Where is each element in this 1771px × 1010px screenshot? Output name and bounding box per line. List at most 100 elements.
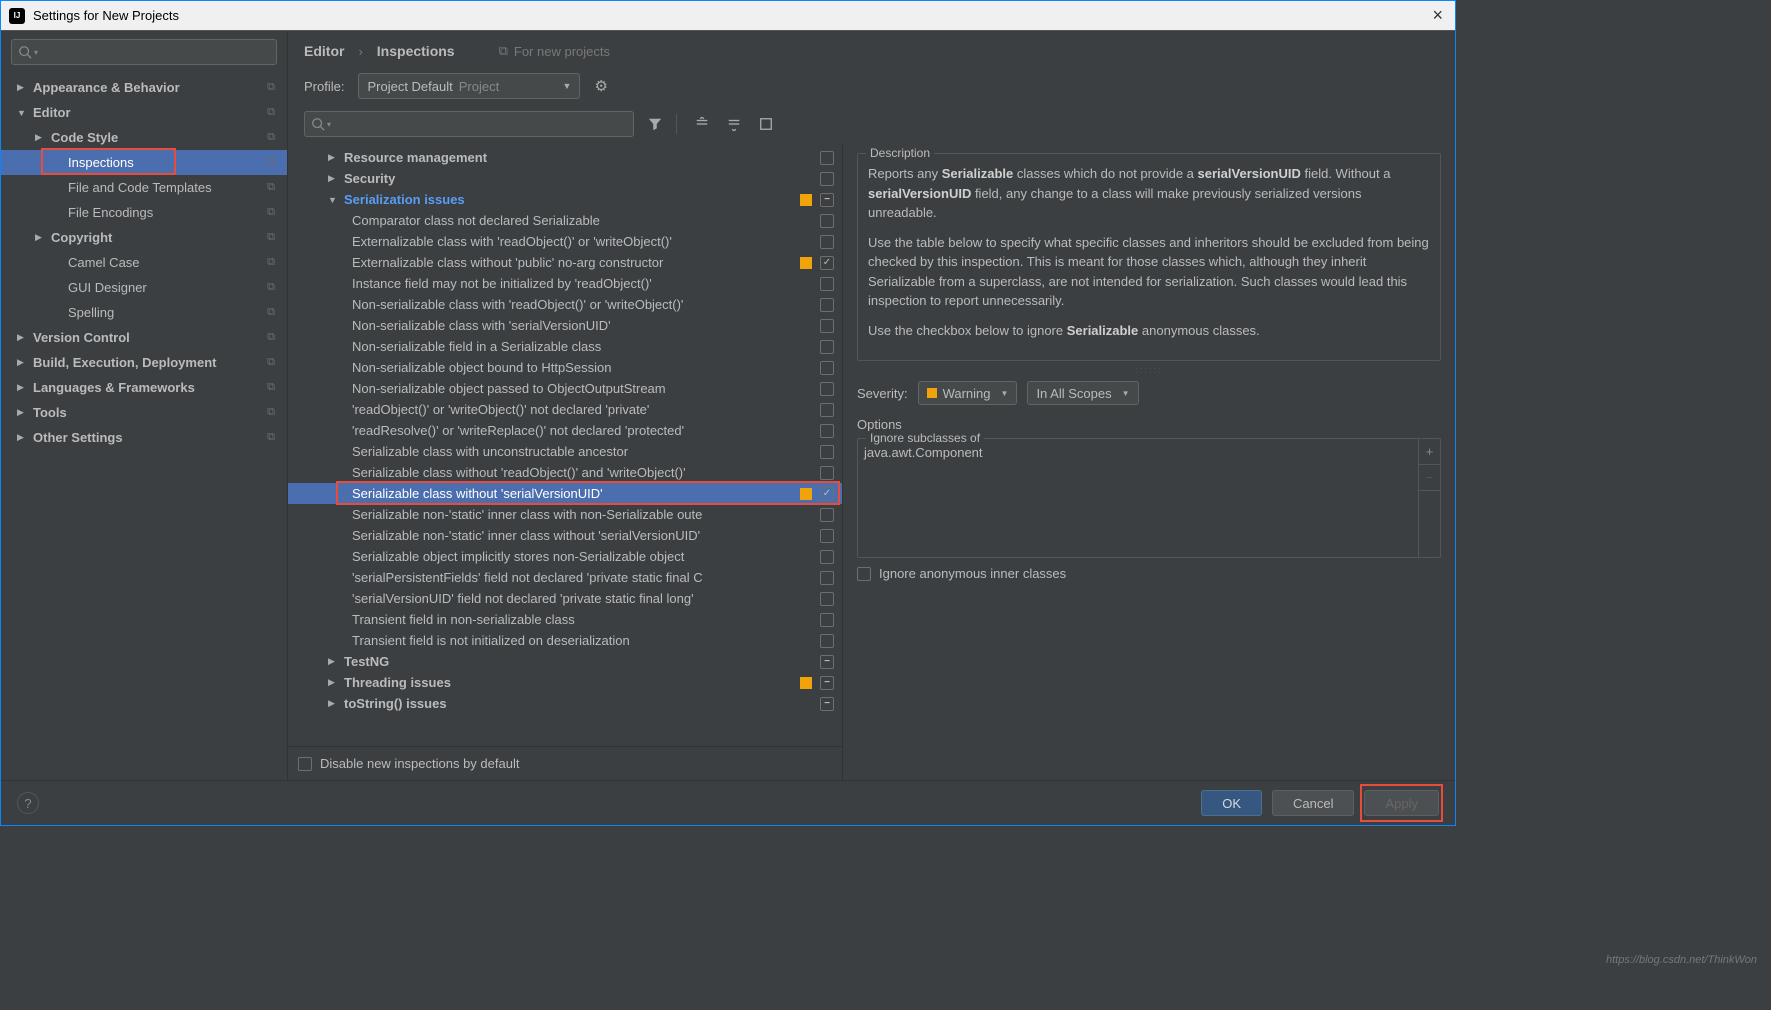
inspection-item[interactable]: Serializable object implicitly stores no… (288, 546, 842, 567)
inspection-checkbox[interactable] (820, 424, 834, 438)
scope-select[interactable]: In All Scopes▼ (1027, 381, 1138, 405)
sidebar-item-appearance-behavior[interactable]: ▶Appearance & Behavior⧉ (1, 75, 287, 100)
inspection-checkbox[interactable] (820, 319, 834, 333)
inspection-checkbox[interactable] (820, 487, 834, 501)
collapse-all-icon[interactable] (723, 113, 745, 135)
sidebar-item-code-style[interactable]: ▶Code Style⧉ (1, 125, 287, 150)
arrow-icon: ▶ (17, 357, 27, 368)
inspection-item[interactable]: Serializable class with unconstructable … (288, 441, 842, 462)
sidebar-item-other-settings[interactable]: ▶Other Settings⧉ (1, 425, 287, 450)
inspection-checkbox[interactable] (820, 403, 834, 417)
disable-new-checkbox[interactable] (298, 757, 312, 771)
apply-button[interactable]: Apply (1364, 790, 1439, 816)
sidebar-item-file-and-code-templates[interactable]: File and Code Templates⧉ (1, 175, 287, 200)
sidebar-item-camel-case[interactable]: Camel Case⧉ (1, 250, 287, 275)
filter-icon[interactable] (644, 113, 666, 135)
sidebar-item-editor[interactable]: ▼Editor⧉ (1, 100, 287, 125)
inspection-checkbox[interactable] (820, 445, 834, 459)
inspection-checkbox[interactable] (820, 340, 834, 354)
inspection-search[interactable]: ▾ (304, 111, 634, 137)
gear-icon[interactable]: ⚙ (594, 77, 607, 95)
warning-indicator-icon (800, 194, 812, 206)
sidebar-item-file-encodings[interactable]: File Encodings⧉ (1, 200, 287, 225)
inspection-checkbox[interactable] (820, 613, 834, 627)
resize-handle-icon[interactable]: :::::: (857, 365, 1441, 375)
severity-select[interactable]: Warning▼ (918, 381, 1018, 405)
copy-icon: ⧉ (267, 131, 275, 144)
inspection-checkbox[interactable] (820, 277, 834, 291)
inspection-checkbox[interactable] (820, 676, 834, 690)
expand-all-icon[interactable] (691, 113, 713, 135)
inspection-checkbox[interactable] (820, 214, 834, 228)
inspection-checkbox[interactable] (820, 655, 834, 669)
inspection-checkbox[interactable] (820, 466, 834, 480)
inspection-item[interactable]: Transient field is not initialized on de… (288, 630, 842, 651)
sidebar-item-copyright[interactable]: ▶Copyright⧉ (1, 225, 287, 250)
inspection-item[interactable]: Transient field in non-serializable clas… (288, 609, 842, 630)
inspection-checkbox[interactable] (820, 235, 834, 249)
inspection-checkbox[interactable] (820, 697, 834, 711)
inspection-checkbox[interactable] (820, 571, 834, 585)
add-icon[interactable]: + (1419, 439, 1440, 465)
sidebar-item-spelling[interactable]: Spelling⧉ (1, 300, 287, 325)
reset-icon[interactable] (755, 113, 777, 135)
inspection-item[interactable]: 'readResolve()' or 'writeReplace()' not … (288, 420, 842, 441)
ignore-anon-checkbox[interactable] (857, 567, 871, 581)
inspection-group[interactable]: ▼Serialization issues (288, 189, 842, 210)
inspection-checkbox[interactable] (820, 382, 834, 396)
inspection-item[interactable]: 'serialPersistentFields' field not decla… (288, 567, 842, 588)
inspection-item[interactable]: Externalizable class with 'readObject()'… (288, 231, 842, 252)
inspection-checkbox[interactable] (820, 151, 834, 165)
inspection-item[interactable]: Non-serializable class with 'readObject(… (288, 294, 842, 315)
inspection-item[interactable]: Serializable non-'static' inner class wi… (288, 504, 842, 525)
inspection-group[interactable]: ▶Security (288, 168, 842, 189)
inspection-item[interactable]: Non-serializable object passed to Object… (288, 378, 842, 399)
sidebar-item-inspections[interactable]: Inspections⧉ (1, 150, 287, 175)
inspection-item[interactable]: Non-serializable field in a Serializable… (288, 336, 842, 357)
inspection-checkbox[interactable] (820, 634, 834, 648)
sidebar-item-tools[interactable]: ▶Tools⧉ (1, 400, 287, 425)
warning-indicator-icon (800, 488, 812, 500)
inspection-checkbox[interactable] (820, 550, 834, 564)
help-icon[interactable]: ? (17, 792, 39, 814)
close-icon[interactable]: × (1432, 5, 1443, 26)
inspection-checkbox[interactable] (820, 508, 834, 522)
sidebar-search[interactable]: ▾ (11, 39, 277, 65)
chevron-down-icon: ▼ (563, 81, 572, 91)
copy-icon: ⧉ (267, 81, 275, 94)
remove-icon[interactable]: − (1419, 465, 1440, 491)
warning-indicator-icon (800, 257, 812, 269)
inspection-checkbox[interactable] (820, 256, 834, 270)
sidebar-item-version-control[interactable]: ▶Version Control⧉ (1, 325, 287, 350)
inspection-group[interactable]: ▶Threading issues (288, 672, 842, 693)
inspection-item[interactable]: Non-serializable class with 'serialVersi… (288, 315, 842, 336)
inspection-item[interactable]: Instance field may not be initialized by… (288, 273, 842, 294)
inspection-item[interactable]: Non-serializable object bound to HttpSes… (288, 357, 842, 378)
inspection-checkbox[interactable] (820, 172, 834, 186)
inspection-item[interactable]: 'readObject()' or 'writeObject()' not de… (288, 399, 842, 420)
inspection-group[interactable]: ▶Resource management (288, 147, 842, 168)
arrow-icon: ▶ (17, 382, 27, 393)
profile-select[interactable]: Project Default Project ▼ (358, 73, 580, 99)
subclass-entry[interactable]: java.awt.Component (864, 445, 1434, 460)
ok-button[interactable]: OK (1201, 790, 1262, 816)
inspection-item[interactable]: Serializable class without 'serialVersio… (288, 483, 842, 504)
sidebar-item-languages-frameworks[interactable]: ▶Languages & Frameworks⧉ (1, 375, 287, 400)
inspection-item[interactable]: Serializable class without 'readObject()… (288, 462, 842, 483)
inspection-item[interactable]: Externalizable class without 'public' no… (288, 252, 842, 273)
inspection-group[interactable]: ▶toString() issues (288, 693, 842, 714)
inspection-checkbox[interactable] (820, 529, 834, 543)
inspection-item[interactable]: 'serialVersionUID' field not declared 'p… (288, 588, 842, 609)
copy-icon: ⧉ (267, 231, 275, 244)
cancel-button[interactable]: Cancel (1272, 790, 1354, 816)
inspection-checkbox[interactable] (820, 193, 834, 207)
inspection-checkbox[interactable] (820, 592, 834, 606)
sidebar-item-gui-designer[interactable]: GUI Designer⧉ (1, 275, 287, 300)
inspection-item[interactable]: Comparator class not declared Serializab… (288, 210, 842, 231)
inspection-item[interactable]: Serializable non-'static' inner class wi… (288, 525, 842, 546)
inspection-group[interactable]: ▶TestNG (288, 651, 842, 672)
inspection-checkbox[interactable] (820, 361, 834, 375)
copy-icon: ⧉ (499, 43, 508, 59)
inspection-checkbox[interactable] (820, 298, 834, 312)
sidebar-item-build-execution-deployment[interactable]: ▶Build, Execution, Deployment⧉ (1, 350, 287, 375)
